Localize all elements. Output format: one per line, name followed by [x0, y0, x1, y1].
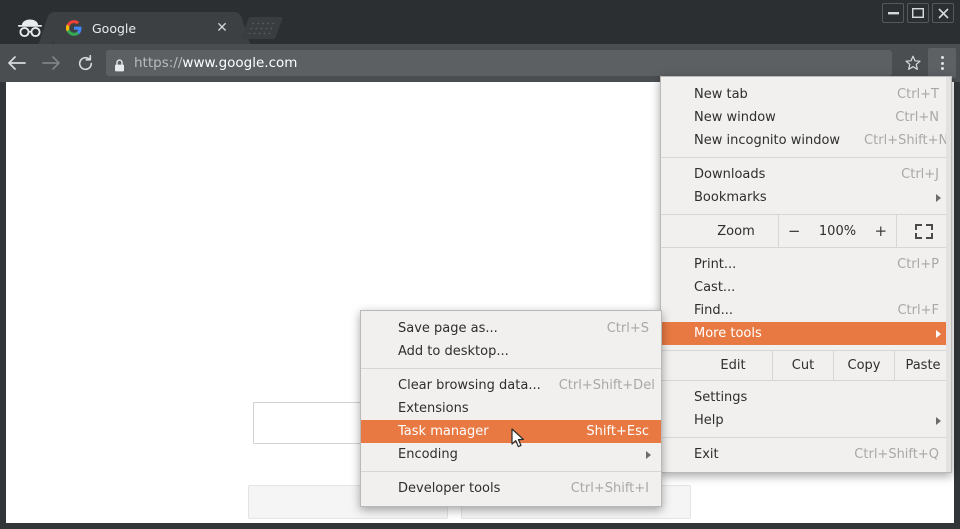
menu-item-help[interactable]: Help [661, 409, 951, 432]
paste-button[interactable]: Paste [895, 351, 951, 380]
zoom-out-button[interactable]: − [788, 222, 801, 240]
maximize-button[interactable] [907, 3, 929, 23]
menu-item-label: Encoding [398, 447, 649, 462]
window-controls [882, 3, 954, 23]
menu-item-label: New incognito window [694, 133, 840, 148]
menu-item-accel: Ctrl+N [895, 110, 939, 125]
menu-item-find[interactable]: Find... Ctrl+F [661, 299, 951, 322]
menu-item-accel: Ctrl+J [901, 167, 939, 182]
menu-item-label: Add to desktop... [398, 344, 631, 359]
more-tools-submenu: Save page as... Ctrl+S Add to desktop...… [360, 310, 662, 507]
url-host: www.google.com [182, 55, 297, 71]
menu-zoom-row: Zoom − 100% + [661, 214, 951, 248]
tab-title: Google [92, 21, 211, 36]
menu-item-label: Developer tools [398, 481, 553, 496]
menu-item-label: Clear browsing data... [398, 378, 541, 393]
menu-item-accel: Ctrl+Shift+Del [559, 378, 655, 393]
menu-item-exit[interactable]: Exit Ctrl+Shift+Q [661, 443, 951, 466]
chevron-right-icon [936, 194, 941, 202]
menu-item-accel: Ctrl+Shift+I [571, 481, 649, 496]
menu-item-accel: Ctrl+T [897, 87, 939, 102]
bookmark-star-icon[interactable] [898, 48, 928, 78]
menu-item-label: More tools [694, 326, 939, 341]
menu-item-label: Cast... [694, 280, 915, 295]
menu-item-accel: Ctrl+F [897, 303, 939, 318]
menu-item-label: New tab [694, 87, 873, 102]
back-button[interactable] [0, 46, 34, 80]
google-favicon [66, 20, 82, 36]
menu-item-extensions[interactable]: Extensions [361, 397, 661, 420]
menu-scrollbar[interactable] [946, 77, 951, 472]
chevron-right-icon [646, 451, 651, 459]
menu-item-task-manager[interactable]: Task manager Shift+Esc [361, 420, 661, 443]
menu-item-label: Print... [694, 257, 873, 272]
menu-edit-row: Edit Cut Copy Paste [661, 350, 951, 381]
browser-window: Google ✕ [0, 0, 960, 529]
edit-label: Edit [661, 351, 773, 380]
menu-item-accel: Ctrl+S [607, 321, 649, 336]
menu-item-label: Help [694, 413, 939, 428]
menu-item-more-tools[interactable]: More tools [661, 322, 951, 345]
close-button[interactable] [932, 3, 954, 23]
menu-item-accel: Ctrl+P [897, 257, 939, 272]
new-tab-button[interactable] [241, 17, 283, 39]
menu-item-settings[interactable]: Settings [661, 386, 951, 409]
menu-separator [661, 157, 951, 158]
menu-item-label: Find... [694, 303, 873, 318]
menu-item-new-window[interactable]: New window Ctrl+N [661, 106, 951, 129]
menu-item-label: Exit [694, 447, 830, 462]
fullscreen-icon [915, 224, 933, 239]
zoom-value: 100% [819, 224, 857, 239]
menu-item-downloads[interactable]: Downloads Ctrl+J [661, 163, 951, 186]
three-dot-menu-icon[interactable] [928, 48, 956, 78]
tab-close-icon[interactable]: ✕ [211, 17, 233, 39]
menu-item-accel: Shift+Esc [586, 424, 649, 439]
menu-item-label: Save page as... [398, 321, 589, 336]
menu-separator [361, 471, 661, 472]
chevron-right-icon [936, 330, 941, 338]
copy-button[interactable]: Copy [834, 351, 895, 380]
url-separator: :// [169, 55, 183, 71]
menu-item-label: Settings [694, 390, 915, 405]
url-scheme: https [134, 55, 169, 71]
cut-button[interactable]: Cut [773, 351, 834, 380]
forward-button[interactable] [34, 46, 68, 80]
browser-tab-google[interactable]: Google ✕ [54, 12, 239, 44]
menu-item-encoding[interactable]: Encoding [361, 443, 661, 466]
menu-item-bookmarks[interactable]: Bookmarks [661, 186, 951, 209]
menu-separator [661, 437, 951, 438]
menu-item-label: Task manager [398, 424, 568, 439]
menu-item-label: Downloads [694, 167, 877, 182]
menu-item-add-to-desktop[interactable]: Add to desktop... [361, 340, 661, 363]
menu-item-new-tab[interactable]: New tab Ctrl+T [661, 83, 951, 106]
menu-item-label: Bookmarks [694, 190, 939, 205]
menu-item-cast[interactable]: Cast... [661, 276, 951, 299]
zoom-label: Zoom [661, 215, 779, 247]
fullscreen-button[interactable] [897, 215, 951, 247]
tab-strip: Google ✕ [0, 0, 960, 44]
chrome-main-menu: New tab Ctrl+T New window Ctrl+N New inc… [660, 76, 952, 473]
menu-item-accel: Ctrl+Shift+N [864, 133, 948, 148]
reload-button[interactable] [68, 46, 102, 80]
zoom-controls: − 100% + [779, 215, 897, 247]
menu-item-label: New window [694, 110, 871, 125]
address-bar-url: https://www.google.com [134, 55, 297, 71]
menu-item-save-page-as[interactable]: Save page as... Ctrl+S [361, 317, 661, 340]
menu-item-accel: Ctrl+Shift+Q [854, 447, 939, 462]
address-bar[interactable]: https://www.google.com [106, 50, 892, 76]
chevron-right-icon [936, 417, 941, 425]
menu-item-new-incognito-window[interactable]: New incognito window Ctrl+Shift+N [661, 129, 951, 152]
lock-icon [114, 57, 125, 70]
zoom-in-button[interactable]: + [875, 222, 888, 240]
menu-item-clear-browsing-data[interactable]: Clear browsing data... Ctrl+Shift+Del [361, 374, 661, 397]
menu-item-print[interactable]: Print... Ctrl+P [661, 253, 951, 276]
menu-item-label: Extensions [398, 401, 631, 416]
menu-item-developer-tools[interactable]: Developer tools Ctrl+Shift+I [361, 477, 661, 500]
menu-separator [361, 368, 661, 369]
minimize-button[interactable] [882, 3, 904, 23]
